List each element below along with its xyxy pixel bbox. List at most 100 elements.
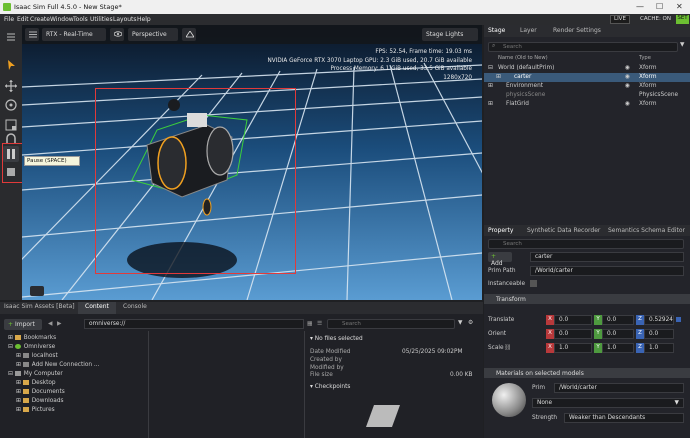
eye-icon[interactable]: [110, 28, 124, 41]
scale-y-field[interactable]: 1.0: [602, 343, 634, 353]
forward-icon[interactable]: ▶: [57, 321, 61, 327]
import-button[interactable]: + Import: [4, 319, 42, 330]
filter-icon[interactable]: ▼: [680, 42, 684, 48]
live-button[interactable]: LIVE: [610, 15, 630, 24]
tree-downloads[interactable]: ⊞ Downloads: [16, 398, 64, 404]
stage-search-input[interactable]: Search: [488, 42, 678, 52]
path-field[interactable]: omniverse://: [84, 319, 304, 329]
stage-lights-button[interactable]: Stage Lights: [422, 28, 478, 41]
stage-row-environment[interactable]: ⊞ Environment ◉ Xform: [484, 82, 690, 91]
visibility-eye-icon[interactable]: ◉: [625, 74, 630, 80]
expand-icon: ⊞: [16, 353, 23, 359]
grid-view-icon[interactable]: ▦: [307, 321, 312, 327]
tree-omniverse[interactable]: ⊟ Omniverse: [8, 344, 55, 350]
tab-stage[interactable]: Stage: [488, 27, 505, 34]
back-icon[interactable]: ◀: [48, 321, 52, 327]
stage-col-name[interactable]: Name (Old to New): [498, 55, 548, 61]
tab-render-settings[interactable]: Render Settings: [553, 27, 601, 34]
translate-y-field[interactable]: 0.0: [602, 315, 634, 325]
stage-row-flatgrid[interactable]: ⊞ FlatGrid ◉ Xform: [484, 100, 690, 109]
list-view-icon[interactable]: ☰: [317, 321, 322, 327]
menu-layouts[interactable]: Layouts: [113, 16, 137, 23]
maximize-button[interactable]: ☐: [656, 2, 663, 11]
expand-icon[interactable]: ⊞: [496, 74, 501, 80]
set-button[interactable]: SET: [676, 15, 689, 24]
cache-status[interactable]: CACHE: ON: [640, 16, 671, 22]
visibility-eye-icon[interactable]: ◉: [625, 83, 630, 89]
move-icon[interactable]: [3, 78, 19, 94]
strength-select[interactable]: Weaker than Descendants: [564, 413, 684, 423]
menu-help[interactable]: Help: [137, 16, 151, 23]
stage-row-world[interactable]: ⊟ World (defaultPrim) ◉ Xform: [484, 64, 690, 73]
tree-pictures[interactable]: ⊞ Pictures: [16, 407, 55, 413]
close-button[interactable]: ✕: [676, 2, 683, 11]
select-icon[interactable]: [3, 57, 19, 73]
menu-create[interactable]: Create: [30, 16, 50, 23]
menu-icon[interactable]: [3, 29, 19, 45]
tab-content[interactable]: Content: [85, 303, 109, 310]
visibility-eye-icon[interactable]: ◉: [625, 101, 630, 107]
expand-icon: ⊟: [8, 371, 15, 377]
menu-edit[interactable]: Edit: [17, 16, 29, 23]
viewport-menu-icon[interactable]: [30, 286, 44, 296]
expand-icon[interactable]: ⊞: [488, 83, 493, 89]
expand-icon[interactable]: ⊟: [488, 65, 493, 71]
menu-tools[interactable]: Tools: [73, 16, 88, 23]
orient-y-field[interactable]: 0.0: [602, 329, 634, 339]
viewport-settings-icon[interactable]: [25, 28, 39, 41]
modified-by-label: Modified by: [310, 365, 344, 371]
tab-console[interactable]: Console: [123, 303, 147, 310]
orient-x-field[interactable]: 0.0: [554, 329, 592, 339]
rotate-icon[interactable]: [3, 97, 19, 113]
folder-icon: [14, 335, 21, 340]
translate-z-field[interactable]: 0.52924: [644, 315, 674, 325]
material-prim-field[interactable]: /World/carter: [554, 383, 684, 393]
visibility-eye-icon[interactable]: ◉: [625, 65, 630, 71]
tab-layer[interactable]: Layer: [520, 27, 537, 34]
minimize-button[interactable]: —: [636, 2, 644, 11]
camera-button[interactable]: Perspective: [128, 28, 178, 41]
tree-documents[interactable]: ⊞ Documents: [16, 389, 65, 395]
computer-icon: [14, 371, 21, 376]
menu-file[interactable]: File: [4, 16, 14, 23]
scale-x-field[interactable]: 1.0: [554, 343, 592, 353]
tree-bookmarks[interactable]: ⊞ Bookmarks: [8, 335, 56, 341]
tree-localhost[interactable]: ⊞ localhost: [16, 353, 58, 359]
add-label: Add: [491, 260, 503, 267]
stage-row-physicsscene[interactable]: physicsScene PhysicsScene: [484, 91, 690, 100]
viewport[interactable]: RTX - Real-Time Perspective Stage Lights…: [22, 25, 482, 300]
folder-icon: [22, 398, 29, 403]
tab-isaac-sim-assets[interactable]: Isaac Sim Assets [Beta]: [4, 303, 75, 310]
property-search-input[interactable]: Search: [488, 239, 684, 249]
instanceable-checkbox[interactable]: [530, 280, 537, 287]
material-select[interactable]: None ▼: [532, 398, 684, 408]
tree-my-computer[interactable]: ⊟ My Computer: [8, 371, 63, 377]
orient-z-field[interactable]: 0.0: [644, 329, 674, 339]
name-field[interactable]: carter: [530, 252, 684, 262]
materials-header[interactable]: Materials on selected models: [484, 368, 690, 378]
stage-row-carter[interactable]: ⊞ carter ◉ Xform: [484, 73, 690, 82]
transform-header[interactable]: Transform: [484, 294, 690, 304]
snap-settings-icon[interactable]: [182, 28, 196, 41]
reset-icon[interactable]: [676, 317, 681, 322]
tab-property[interactable]: Property: [488, 227, 513, 234]
scale-z-field[interactable]: 1.0: [644, 343, 674, 353]
content-search-input[interactable]: Search: [327, 319, 455, 329]
checkpoints-header[interactable]: ▾ Checkpoints: [310, 384, 350, 390]
stage-col-type[interactable]: Type: [639, 55, 651, 61]
link-icon[interactable]: ⛓: [504, 345, 511, 351]
add-button[interactable]: + Add: [488, 252, 512, 267]
settings-icon[interactable]: ⚙: [468, 320, 473, 326]
prim-path-field[interactable]: /World/carter: [530, 266, 684, 276]
menu-window[interactable]: Window: [50, 16, 74, 23]
tree-add-connection[interactable]: ⊞ Add New Connection ...: [16, 362, 99, 368]
menu-utilities[interactable]: Utilities: [90, 16, 113, 23]
tab-semantics-schema-editor[interactable]: Semantics Schema Editor: [608, 227, 685, 234]
expand-icon[interactable]: ⊞: [488, 101, 493, 107]
translate-x-field[interactable]: 0.0: [554, 315, 592, 325]
tree-desktop[interactable]: ⊞ Desktop: [16, 380, 56, 386]
filter-icon[interactable]: ▼: [458, 320, 462, 326]
highlight-box-robot: [95, 88, 296, 274]
render-mode-button[interactable]: RTX - Real-Time: [42, 28, 106, 41]
tab-synthetic-data-recorder[interactable]: Synthetic Data Recorder: [527, 227, 600, 234]
